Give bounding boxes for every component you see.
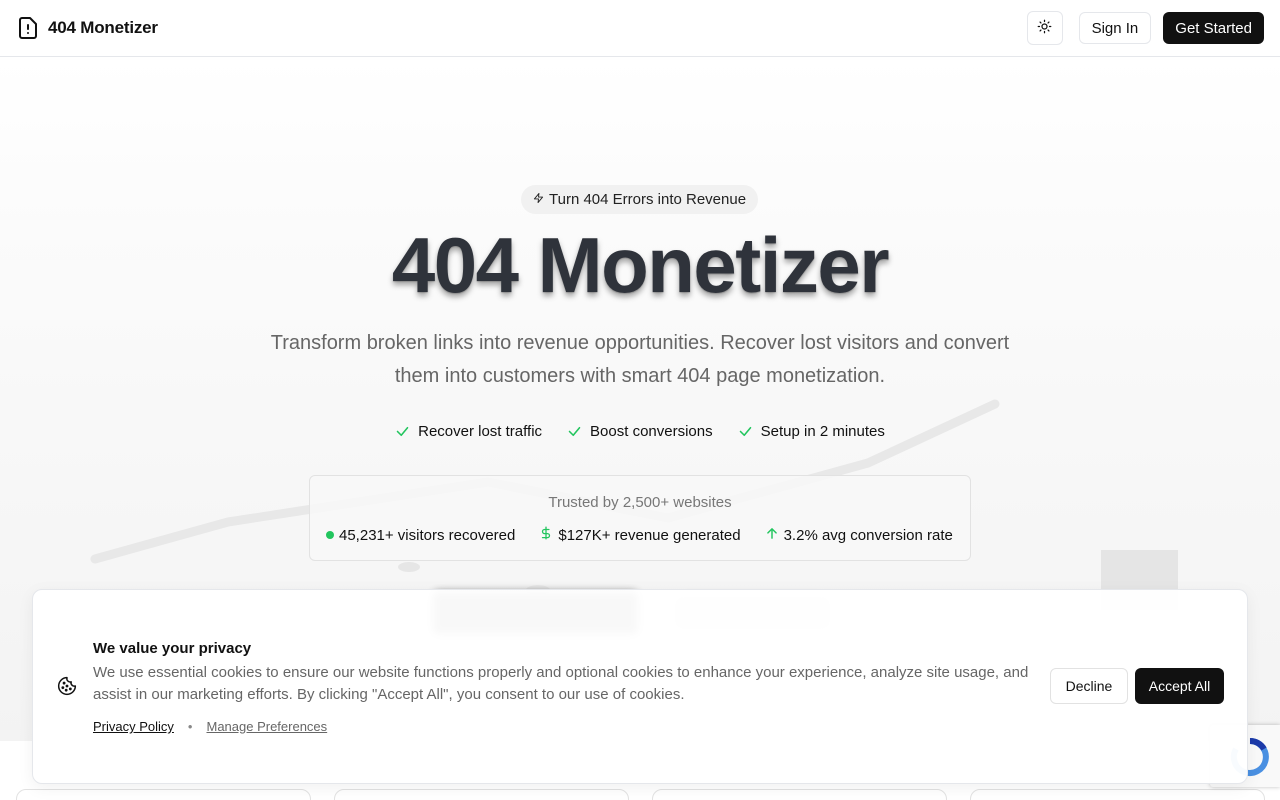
feature-card: [334, 789, 629, 800]
stat-visitors: 45,231+ visitors recovered: [326, 527, 515, 544]
feature-item: Boost conversions: [567, 423, 713, 440]
feature-item: Setup in 2 minutes: [738, 423, 885, 440]
dollar-icon: [539, 525, 553, 545]
brand[interactable]: 404 Monetizer: [18, 17, 158, 39]
feature-card: [652, 789, 947, 800]
stat-label: 3.2% avg conversion rate: [783, 526, 953, 544]
check-icon: [567, 424, 582, 439]
cookie-title: We value your privacy: [93, 640, 252, 657]
hero-badge: Turn 404 Errors into Revenue: [521, 185, 759, 214]
stat-conversion: 3.2% avg conversion rate: [765, 526, 953, 545]
manage-preferences-link[interactable]: Manage Preferences: [206, 719, 327, 734]
zap-icon: [533, 191, 544, 208]
cookie-description: We use essential cookies to ensure our w…: [93, 664, 1029, 703]
brand-name: 404 Monetizer: [48, 18, 158, 37]
get-started-button[interactable]: Get Started: [1163, 12, 1264, 44]
trusted-label: Trusted by 2,500+ websites: [548, 494, 732, 511]
feature-list: Recover lost traffic Boost conversions S…: [0, 423, 1280, 440]
stat-revenue: $127K+ revenue generated: [539, 525, 741, 545]
header-actions: Sign In Get Started: [1026, 11, 1264, 45]
link-separator: •: [187, 719, 193, 734]
check-icon: [395, 424, 410, 439]
trust-stats-box: Trusted by 2,500+ websites 45,231+ visit…: [309, 475, 971, 561]
hero-subtitle: Transform broken links into revenue oppo…: [270, 332, 1010, 387]
feature-label: Boost conversions: [590, 423, 713, 440]
feature-card: [970, 789, 1265, 800]
privacy-policy-link[interactable]: Privacy Policy: [93, 719, 174, 734]
stat-label: 45,231+ visitors recovered: [339, 526, 516, 544]
badge-label: Turn 404 Errors into Revenue: [549, 191, 747, 208]
check-icon: [738, 424, 753, 439]
stats-row: 45,231+ visitors recovered $127K+ revenu…: [326, 525, 953, 545]
accept-all-button[interactable]: Accept All: [1135, 668, 1224, 704]
cookie-links: Privacy Policy • Manage Preferences: [93, 719, 327, 734]
sign-in-button[interactable]: Sign In: [1078, 12, 1152, 44]
feature-item: Recover lost traffic: [395, 423, 542, 440]
cookie-icon: [57, 676, 77, 696]
sun-icon: [1037, 19, 1052, 37]
theme-toggle-button[interactable]: [1026, 11, 1063, 45]
cookie-consent-banner: We value your privacy We use essential c…: [32, 589, 1248, 784]
decline-button[interactable]: Decline: [1050, 668, 1128, 704]
feature-label: Recover lost traffic: [418, 423, 543, 440]
file-alert-icon: [18, 17, 38, 39]
feature-label: Setup in 2 minutes: [760, 423, 885, 440]
feature-card: [16, 789, 311, 800]
site-header: 404 Monetizer Sign In Get Started: [0, 0, 1280, 57]
arrow-up-icon: [765, 526, 779, 545]
stat-label: $127K+ revenue generated: [558, 526, 741, 544]
status-dot-icon: [326, 531, 334, 539]
hero-title: 404 Monetizer: [391, 221, 890, 309]
